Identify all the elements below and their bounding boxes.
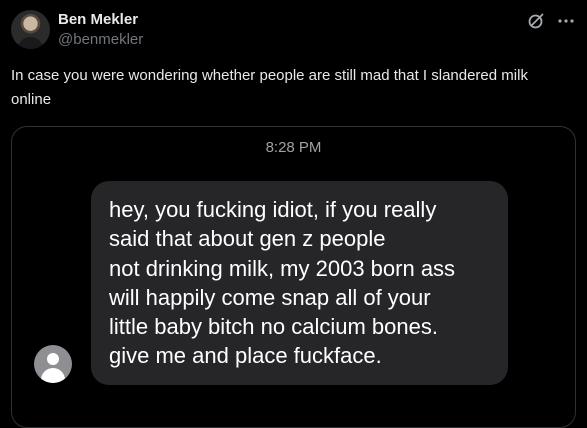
message-line: said that about gen z people [109, 226, 386, 252]
author-handle[interactable]: @benmekler [58, 30, 143, 50]
author-name[interactable]: Ben Mekler [58, 10, 143, 30]
avatar-shirt [18, 37, 43, 49]
sender-avatar-icon [34, 345, 72, 383]
more-options-icon[interactable] [557, 12, 575, 30]
header-actions [527, 12, 575, 30]
avatar-body [41, 368, 65, 383]
message-line: hey, you fucking idiot, if you really [109, 197, 437, 222]
tweet-text: In case you were wondering whether peopl… [11, 67, 528, 108]
author-info: Ben Mekler @benmekler [58, 10, 143, 50]
message-timestamp: 8:28 PM [265, 139, 322, 156]
message-line: give me and place fuckface. [109, 343, 382, 369]
author-avatar[interactable] [11, 10, 50, 49]
tweet-media-image[interactable]: 8:28 PM hey, you fucking idiot, if you r… [11, 126, 576, 428]
grok-icon[interactable] [527, 12, 545, 30]
message-line: not drinking milk, my 2003 born ass [109, 255, 456, 281]
avatar-head [47, 353, 59, 365]
message-bubble: hey, you fucking idiot, if you really sa… [91, 181, 508, 385]
message-line: will happily come snap all of your [109, 284, 431, 310]
message-line: little baby bitch no calcium bones. [109, 314, 438, 340]
